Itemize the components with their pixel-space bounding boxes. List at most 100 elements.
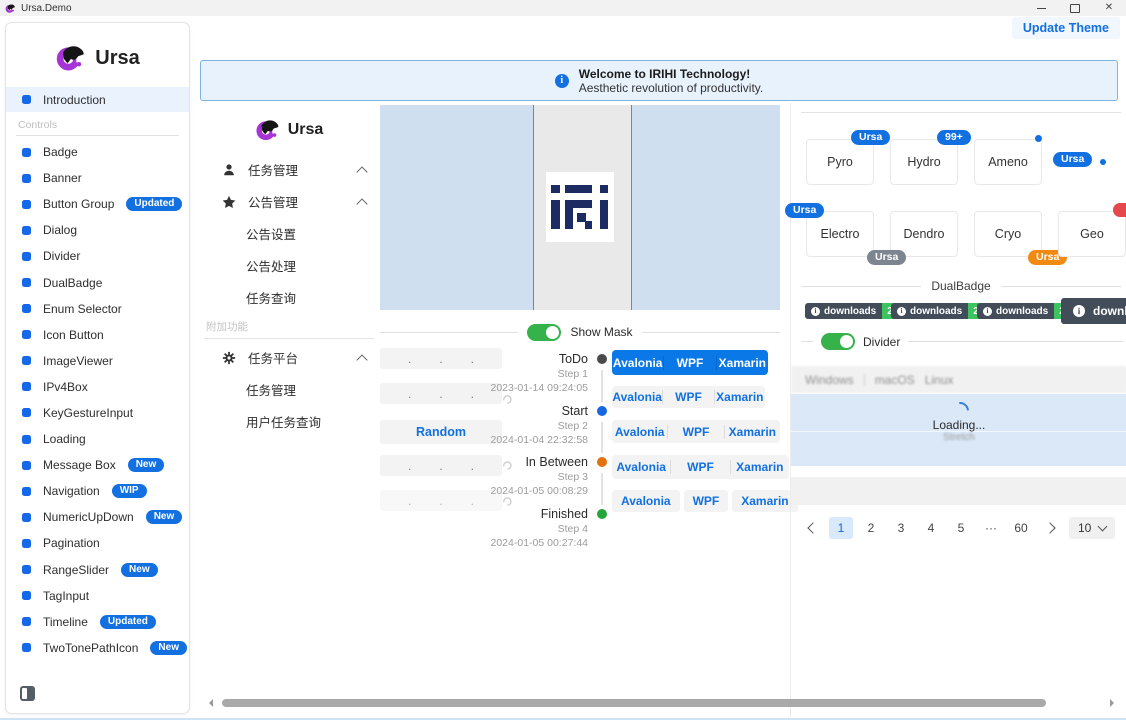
page-button-4[interactable]: 4 xyxy=(919,517,943,539)
avalonia-button[interactable]: Avalonia xyxy=(612,390,662,404)
nav-item-task-query[interactable]: 任务查询 xyxy=(200,284,378,311)
status-badge: Updated xyxy=(100,615,156,629)
wpf-button[interactable]: WPF xyxy=(670,460,729,474)
nav-item-announcement-management[interactable]: 公告管理 xyxy=(200,188,378,215)
sidebar-logo-text: Ursa xyxy=(95,47,139,70)
xamarin-button[interactable]: Xamarin xyxy=(716,356,768,370)
irihi-pixel-logo xyxy=(546,172,614,242)
maximize-button[interactable] xyxy=(1058,0,1092,16)
timeline-step: Start Step 2 2024-01-04 22:32:58 xyxy=(488,404,608,446)
badge-card-hydro: Hydro xyxy=(890,139,958,185)
sidebar-item-timeline[interactable]: TimelineUpdated xyxy=(6,609,189,635)
divider-line xyxy=(801,112,1121,113)
sidebar-item-dualbadge[interactable]: DualBadge xyxy=(6,269,189,295)
next-page-button[interactable] xyxy=(1039,517,1063,539)
sidebar-item-introduction[interactable]: Introduction xyxy=(6,87,189,112)
nav-item-announcement-processing[interactable]: 公告处理 xyxy=(200,252,378,279)
avalonia-button[interactable]: Avalonia xyxy=(612,490,680,512)
divider-line xyxy=(864,374,865,386)
sidebar-collapse-button[interactable] xyxy=(20,686,35,701)
horizontal-scrollbar-thumb[interactable] xyxy=(222,699,1046,707)
sidebar-list: Badge Banner Button GroupUpdated Dialog … xyxy=(6,139,189,661)
sidebar-item-dialog[interactable]: Dialog xyxy=(6,217,189,243)
badge-dot xyxy=(1100,159,1106,165)
wpf-button[interactable]: WPF xyxy=(684,490,729,512)
wpf-button[interactable]: WPF xyxy=(662,390,713,404)
status-badge: New xyxy=(150,641,187,655)
sidebar-item-rangeslider[interactable]: RangeSliderNew xyxy=(6,557,189,583)
banner-title: Welcome to IRIHI Technology! xyxy=(579,67,764,81)
nav-item-task-management[interactable]: 任务管理 xyxy=(200,156,378,183)
sidebar-item-imageviewer[interactable]: ImageViewer xyxy=(6,348,189,374)
sidebar-item-icon-button[interactable]: Icon Button xyxy=(6,322,189,348)
item-bullet-icon xyxy=(22,513,31,522)
xamarin-button[interactable]: Xamarin xyxy=(732,490,797,512)
nav-section-extra-features: 附加功能 xyxy=(204,319,374,339)
item-bullet-icon xyxy=(22,278,31,287)
info-icon xyxy=(1073,305,1085,317)
xamarin-button[interactable]: Xamarin xyxy=(724,425,780,439)
sidebar-section-controls: Controls xyxy=(16,119,179,136)
show-mask-row: Show Mask xyxy=(380,323,780,341)
sidebar-item-keygestureinput[interactable]: KeyGestureInput xyxy=(6,400,189,426)
app-icon xyxy=(5,3,16,14)
nav-item-task-management-2[interactable]: 任务管理 xyxy=(200,376,378,403)
sidebar-item-loading[interactable]: Loading xyxy=(6,426,189,452)
status-badge: New xyxy=(128,458,165,472)
sidebar-item-button-group[interactable]: Button GroupUpdated xyxy=(6,191,189,217)
nav-item-announcement-settings[interactable]: 公告设置 xyxy=(200,220,378,247)
prev-page-button[interactable] xyxy=(799,517,823,539)
show-mask-toggle[interactable] xyxy=(527,324,561,341)
divider-line xyxy=(801,286,921,287)
tab-linux: Linux xyxy=(925,373,954,387)
xamarin-button[interactable]: Xamarin xyxy=(730,460,789,474)
dualbadge-divider: DualBadge xyxy=(801,279,1121,293)
sidebar-item-message-box[interactable]: Message BoxNew xyxy=(6,452,189,478)
ipv4-input[interactable]: ... xyxy=(380,348,502,369)
sidebar-item-banner[interactable]: Banner xyxy=(6,165,189,191)
page-button-2[interactable]: 2 xyxy=(859,517,883,539)
sidebar-item-twotonepathicon[interactable]: TwoTonePathIconNew xyxy=(6,635,189,661)
sidebar-item-numericupdown[interactable]: NumericUpDownNew xyxy=(6,504,189,530)
close-icon: ✕ xyxy=(1105,3,1113,13)
loading-overlay: Loading... Stretch xyxy=(791,394,1126,466)
maximize-icon xyxy=(1070,4,1080,13)
sidebar-item-ipv4box[interactable]: IPv4Box xyxy=(6,374,189,400)
page-button-1[interactable]: 1 xyxy=(829,517,853,539)
sidebar-item-badge[interactable]: Badge xyxy=(6,139,189,165)
image-viewer[interactable] xyxy=(380,105,780,310)
sidebar-item-taginput[interactable]: TagInput xyxy=(6,583,189,609)
sidebar-item-pagination[interactable]: Pagination xyxy=(6,530,189,556)
page-button-5[interactable]: 5 xyxy=(949,517,973,539)
minimize-button[interactable] xyxy=(1024,0,1058,16)
ipv4-input[interactable]: ... xyxy=(380,383,502,404)
close-button[interactable]: ✕ xyxy=(1092,0,1126,16)
wpf-button[interactable]: WPF xyxy=(663,356,715,370)
viewer-mask-right xyxy=(631,105,780,310)
nav-item-task-platform[interactable]: 任务平台 xyxy=(200,344,378,371)
timeline-dot xyxy=(597,457,607,467)
item-bullet-icon xyxy=(22,539,31,548)
divider-toggle[interactable] xyxy=(821,333,855,350)
ipv4-input[interactable]: ... xyxy=(380,455,502,476)
badge-ursa: Ursa xyxy=(785,203,824,218)
avalonia-button[interactable]: Avalonia xyxy=(612,356,663,370)
xamarin-button[interactable]: Xamarin xyxy=(714,390,765,404)
page-button-60[interactable]: 60 xyxy=(1009,517,1033,539)
wpf-button[interactable]: WPF xyxy=(667,425,723,439)
scrollbar-right-arrow[interactable] xyxy=(1110,699,1118,707)
page-ellipsis[interactable]: ··· xyxy=(979,517,1003,539)
avalonia-button[interactable]: Avalonia xyxy=(612,425,667,439)
page-button-3[interactable]: 3 xyxy=(889,517,913,539)
sidebar-item-navigation[interactable]: NavigationWIP xyxy=(6,478,189,504)
sidebar-item-enum-selector[interactable]: Enum Selector xyxy=(6,296,189,322)
page-size-select[interactable]: 10 xyxy=(1069,517,1115,539)
random-button[interactable]: Random xyxy=(380,420,502,444)
timeline-dot xyxy=(597,406,607,416)
button-group-light: Avalonia WPF Xamarin xyxy=(612,455,789,479)
update-theme-button[interactable]: Update Theme xyxy=(1012,17,1120,39)
scrollbar-left-arrow[interactable] xyxy=(205,699,213,707)
sidebar-item-divider[interactable]: Divider xyxy=(6,243,189,269)
avalonia-button[interactable]: Avalonia xyxy=(612,460,670,474)
nav-item-user-task-query[interactable]: 用户任务查询 xyxy=(200,408,378,435)
